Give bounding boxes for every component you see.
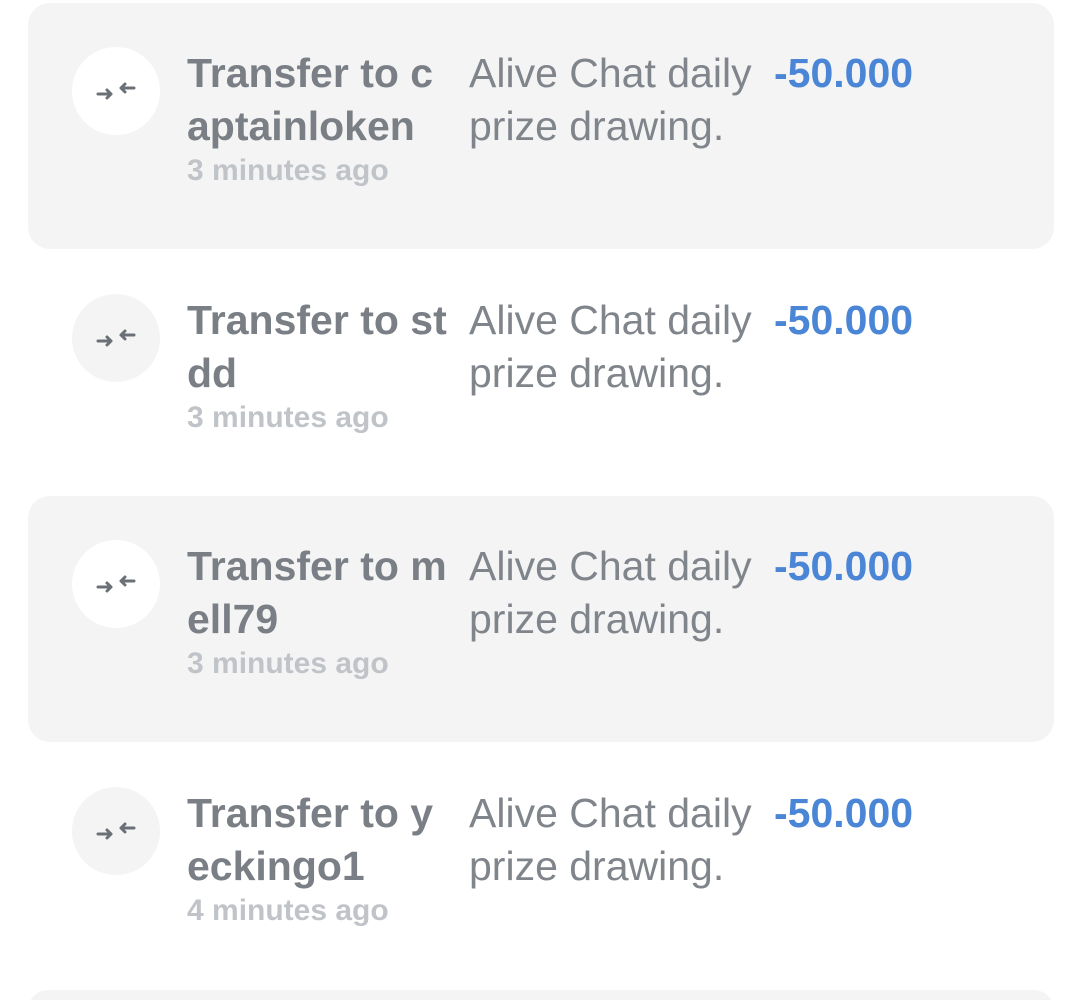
transaction-amount: -50.000 [774,297,914,343]
transaction-row[interactable]: Transfer to captainloken 3 minutes ago A… [28,3,1054,249]
transaction-title: Transfer to captainloken [187,50,434,149]
transaction-amount: -50.000 [774,543,914,589]
transaction-row[interactable]: Transfer to yeckingo1 4 minutes ago Aliv… [28,743,1054,989]
transaction-title: Transfer to yeckingo1 [187,790,434,889]
transaction-row[interactable]: Transfer to mell79 3 minutes ago Alive C… [28,496,1054,742]
transfer-arrows-icon [72,294,160,382]
transaction-time: 4 minutes ago [187,894,389,927]
transfer-arrows-icon [72,540,160,628]
transaction-amount: -50.000 [774,50,914,96]
transaction-memo: Alive Chat daily prize drawing. [469,50,752,149]
transaction-amount: -50.000 [774,790,914,836]
transaction-title: Transfer to mell79 [187,543,447,642]
transaction-time: 3 minutes ago [187,401,389,434]
transaction-memo: Alive Chat daily prize drawing. [469,543,752,642]
transaction-row[interactable]: Transfer to stdd 3 minutes ago Alive Cha… [28,250,1054,496]
transaction-time: 3 minutes ago [187,154,389,187]
transfer-arrows-icon [72,787,160,875]
transaction-row-partial[interactable] [28,990,1054,1000]
transaction-list: Transfer to captainloken 3 minutes ago A… [0,0,1080,1000]
transaction-title: Transfer to stdd [187,297,447,396]
transaction-time: 3 minutes ago [187,647,389,680]
transaction-memo: Alive Chat daily prize drawing. [469,297,752,396]
transfer-arrows-icon [72,47,160,135]
transaction-memo: Alive Chat daily prize drawing. [469,790,752,889]
